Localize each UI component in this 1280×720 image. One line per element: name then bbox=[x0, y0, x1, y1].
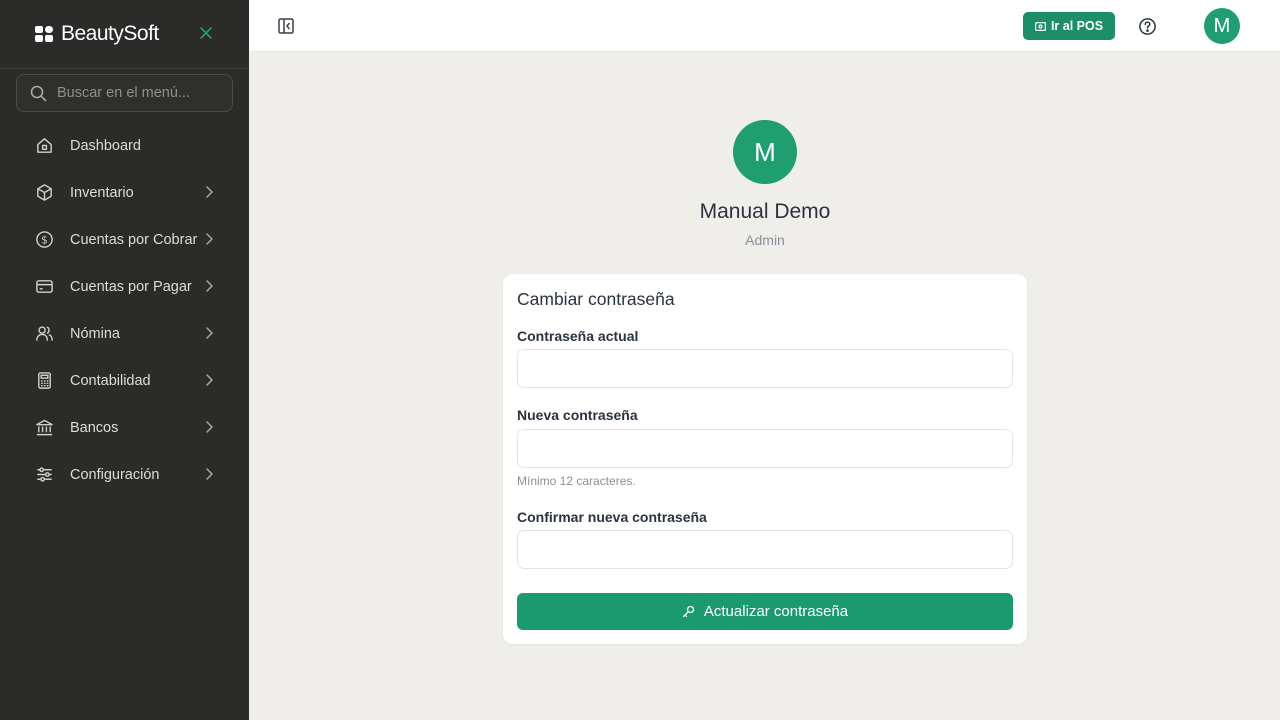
profile-role: Admin bbox=[745, 232, 785, 248]
chevron-right-icon bbox=[206, 280, 213, 292]
chevron-right-icon bbox=[206, 186, 213, 198]
brand-header: BeautySoft bbox=[0, 0, 249, 69]
new-password-label: Nueva contraseña bbox=[517, 407, 638, 423]
key-icon bbox=[682, 605, 695, 618]
help-button[interactable] bbox=[1138, 17, 1157, 36]
sidebar-item-label: Nómina bbox=[70, 325, 120, 342]
sidebar-item-label: Configuración bbox=[70, 466, 160, 483]
sidebar-item-nomina[interactable]: Nómina bbox=[0, 310, 249, 357]
pos-button-label: Ir al POS bbox=[1050, 19, 1104, 33]
sidebar-toggle-icon bbox=[278, 18, 294, 34]
user-avatar[interactable]: M bbox=[1204, 8, 1240, 44]
chevron-right-icon bbox=[206, 468, 213, 480]
home-icon bbox=[34, 136, 54, 156]
calculator-icon bbox=[34, 371, 54, 391]
sliders-icon bbox=[34, 465, 54, 485]
sidebar-nav: Dashboard Inventario $ Cuentas por Cobra… bbox=[0, 122, 249, 498]
chevron-right-icon bbox=[206, 233, 213, 245]
update-password-label: Actualizar contraseña bbox=[703, 603, 849, 620]
sidebar-item-label: Contabilidad bbox=[70, 372, 151, 389]
update-password-button[interactable]: Actualizar contraseña bbox=[517, 593, 1013, 630]
sidebar-item-bancos[interactable]: Bancos bbox=[0, 404, 249, 451]
topbar: Ir al POS M bbox=[249, 0, 1280, 52]
sidebar-item-cuentas-por-cobrar[interactable]: $ Cuentas por Cobrar bbox=[0, 216, 249, 263]
brand-name: BeautySoft bbox=[61, 22, 159, 45]
sidebar-item-label: Dashboard bbox=[70, 137, 141, 154]
sidebar-item-label: Inventario bbox=[70, 184, 134, 201]
new-password-hint: Mínimo 12 caracteres. bbox=[517, 474, 636, 488]
chevron-right-icon bbox=[206, 374, 213, 386]
profile-name: Manual Demo bbox=[699, 200, 831, 223]
close-icon bbox=[200, 27, 212, 39]
close-sidebar-button[interactable] bbox=[197, 24, 215, 42]
change-password-card: Cambiar contraseña Contraseña actual Nue… bbox=[503, 274, 1027, 644]
sidebar-item-dashboard[interactable]: Dashboard bbox=[0, 122, 249, 169]
bank-icon bbox=[34, 418, 54, 438]
go-to-pos-button[interactable]: Ir al POS bbox=[1023, 12, 1115, 40]
cash-icon bbox=[1034, 21, 1046, 31]
help-icon bbox=[1139, 18, 1156, 35]
new-password-input[interactable] bbox=[517, 429, 1013, 468]
users-icon bbox=[34, 324, 54, 344]
sidebar-item-label: Cuentas por Cobrar bbox=[70, 231, 198, 248]
sidebar-item-cuentas-por-pagar[interactable]: Cuentas por Pagar bbox=[0, 263, 249, 310]
toggle-sidebar-button[interactable] bbox=[277, 17, 297, 37]
profile-avatar: M bbox=[733, 120, 797, 184]
menu-search bbox=[16, 74, 233, 112]
box-icon bbox=[34, 183, 54, 203]
dollar-circle-icon: $ bbox=[34, 230, 54, 250]
sidebar-item-label: Cuentas por Pagar bbox=[70, 278, 192, 295]
confirm-password-label: Confirmar nueva contraseña bbox=[517, 509, 707, 525]
chevron-right-icon bbox=[206, 327, 213, 339]
chevron-right-icon bbox=[206, 421, 213, 433]
current-password-input[interactable] bbox=[517, 349, 1013, 388]
confirm-password-input[interactable] bbox=[517, 530, 1013, 569]
menu-search-input[interactable] bbox=[57, 85, 217, 101]
credit-card-icon bbox=[34, 277, 54, 297]
logo-icon bbox=[35, 25, 53, 42]
search-icon bbox=[30, 85, 47, 101]
card-title: Cambiar contraseña bbox=[517, 289, 675, 309]
brand-logo[interactable]: BeautySoft bbox=[35, 22, 159, 46]
sidebar-item-configuracion[interactable]: Configuración bbox=[0, 451, 249, 498]
sidebar: BeautySoft Dashboard Inventario $ Cu bbox=[0, 0, 249, 720]
sidebar-item-label: Bancos bbox=[70, 419, 119, 436]
current-password-label: Contraseña actual bbox=[517, 328, 639, 344]
sidebar-item-inventario[interactable]: Inventario bbox=[0, 169, 249, 216]
svg-text:$: $ bbox=[41, 234, 48, 246]
sidebar-item-contabilidad[interactable]: Contabilidad bbox=[0, 357, 249, 404]
